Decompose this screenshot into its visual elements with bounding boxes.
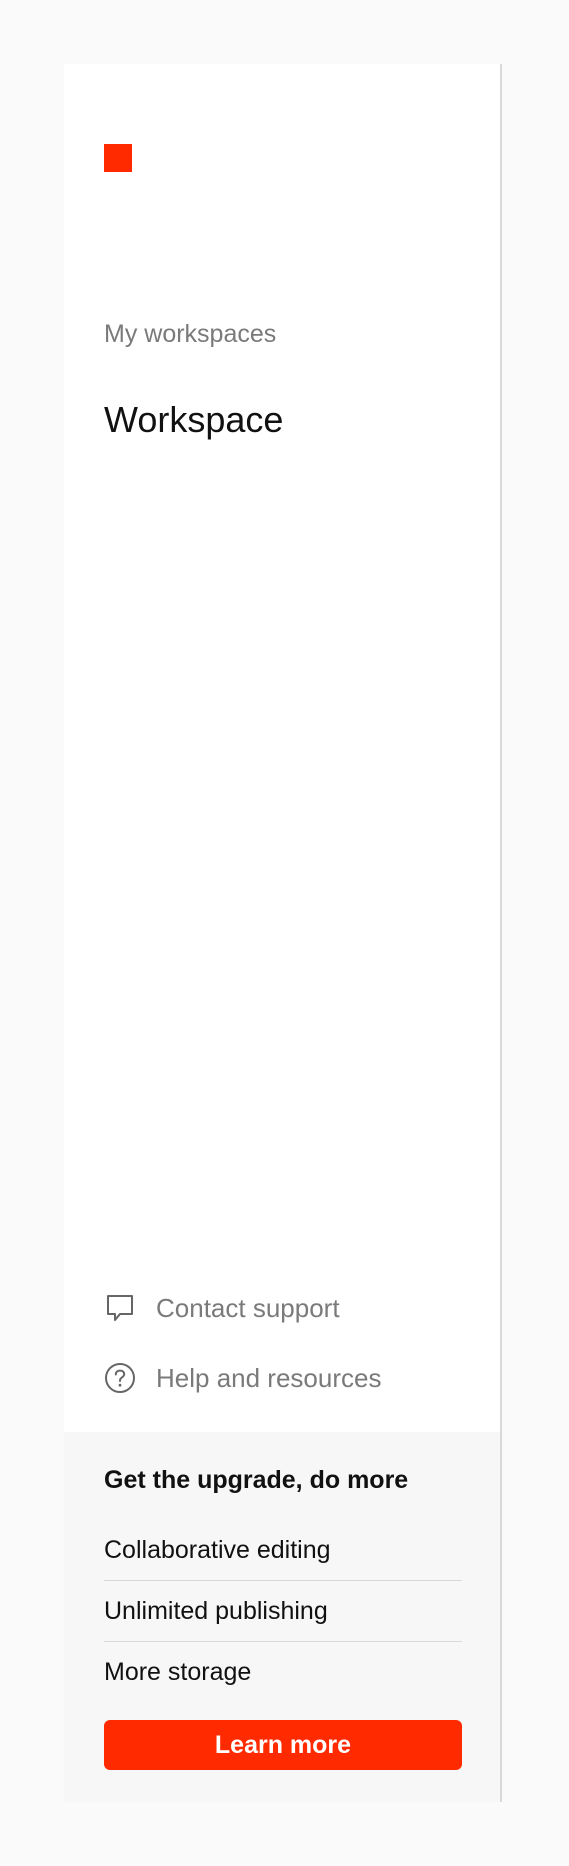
upgrade-feature-list: Collaborative editing Unlimited publishi… [104,1520,462,1703]
help-resources-label: Help and resources [156,1362,382,1393]
feature-item: More storage [104,1658,252,1686]
contact-support-label: Contact support [156,1292,340,1323]
help-resources-link[interactable]: Help and resources [104,1358,381,1398]
contact-support-link[interactable]: Contact support [104,1288,340,1328]
sidebar: My workspaces Workspace Contact support … [64,64,502,1802]
workspaces-section-label: My workspaces [104,320,277,348]
upgrade-title: Get the upgrade, do more [104,1466,409,1494]
question-circle-icon [104,1362,136,1394]
learn-more-button[interactable]: Learn more [104,1720,462,1770]
feature-item: Unlimited publishing [104,1581,462,1642]
workspace-item[interactable]: Workspace [104,402,283,438]
upgrade-panel: Get the upgrade, do more Collaborative e… [64,1432,500,1802]
chat-bubble-icon [104,1292,136,1324]
feature-item: Collaborative editing [104,1520,462,1581]
brand-logo[interactable] [104,144,132,172]
